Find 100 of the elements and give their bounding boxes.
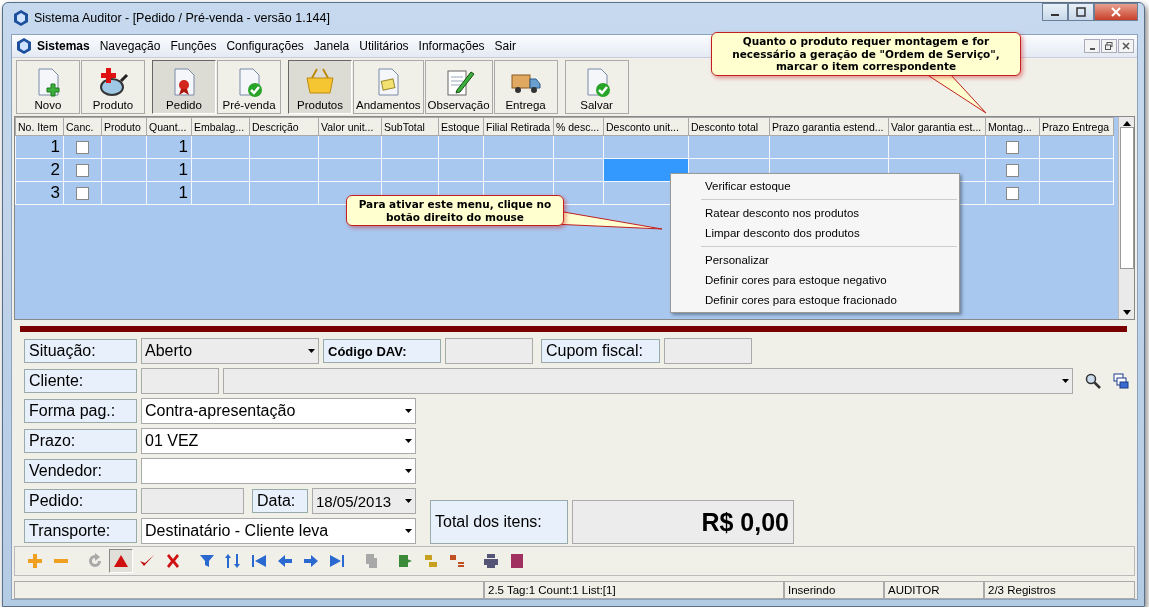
checkbox[interactable] [76, 163, 89, 177]
sort-icon [225, 553, 241, 569]
filter-icon [199, 553, 215, 569]
basket-toolbar-button[interactable]: Produtos [288, 60, 352, 114]
column-header[interactable]: Embalag... [191, 117, 250, 136]
context-menu-item[interactable]: Ratear desconto nos produtos [671, 203, 959, 223]
product-toolbar-button[interactable]: Produto [81, 60, 145, 114]
maximize-icon [1076, 7, 1086, 17]
edit-button[interactable] [109, 549, 133, 573]
checkbox[interactable] [76, 140, 89, 154]
restore-button[interactable] [1101, 39, 1117, 53]
column-header[interactable]: Valor unit... [318, 117, 382, 136]
export-icon [397, 553, 413, 569]
status-text: 2/3 Registros [984, 581, 1135, 599]
term-dropdown[interactable]: 01 VEZ [141, 428, 416, 454]
menu-item[interactable]: Janela [308, 39, 355, 53]
minimize-button[interactable] [1084, 39, 1100, 53]
minimize-icon [1089, 47, 1095, 50]
input-field[interactable] [445, 338, 533, 364]
new-toolbar-button[interactable]: Novo [16, 60, 80, 114]
menu-item[interactable]: Navegação [94, 39, 166, 53]
minimize-icon [1051, 14, 1059, 16]
menu-item[interactable]: Informações [413, 39, 490, 53]
close-button[interactable] [1094, 3, 1138, 21]
dropdown-arrow-icon[interactable] [405, 409, 412, 413]
field-label: Prazo: [24, 429, 137, 453]
column-header[interactable]: Descrição [249, 117, 319, 136]
dropdown-arrow-icon[interactable] [405, 529, 412, 533]
menu-item[interactable]: Funções [165, 39, 222, 53]
restore-icon [1105, 42, 1113, 50]
report-icon [509, 553, 525, 569]
dropdown-arrow-icon[interactable] [405, 439, 412, 443]
table-cell: 2 [15, 158, 64, 182]
field-label: Transporte: [24, 519, 137, 543]
field-label: Cliente: [24, 369, 137, 393]
first-icon [251, 553, 267, 569]
column-header[interactable]: No. Item [15, 117, 64, 136]
checkbox[interactable] [1006, 186, 1019, 200]
presale-toolbar-button[interactable]: Pré-venda [217, 60, 281, 114]
input-field[interactable] [664, 338, 752, 364]
vertical-scrollbar[interactable] [1118, 117, 1134, 319]
progress-toolbar-button[interactable]: Andamentos [353, 60, 424, 114]
column-header[interactable]: SubTotal [381, 117, 439, 136]
column-header[interactable]: % desc... [553, 117, 604, 136]
edit-icon [113, 553, 129, 569]
print-icon [483, 553, 499, 569]
column-header[interactable]: Prazo Entrega [1039, 117, 1114, 136]
magnifier-cross-icon [97, 66, 129, 98]
context-menu-item[interactable]: Definir cores para estoque fracionado [671, 290, 959, 310]
column-header[interactable]: Canc. [63, 117, 102, 136]
column-header[interactable]: Estoque [438, 117, 484, 136]
context-menu-item[interactable]: Verificar estoque [671, 176, 959, 196]
transport-dropdown[interactable]: Destinatário - Cliente leva [141, 518, 416, 544]
field-label: Código DAV: [323, 339, 441, 363]
windows-icon[interactable] [1113, 373, 1129, 389]
column-header[interactable]: Filial Retirada [483, 117, 554, 136]
minimize-button[interactable] [1042, 3, 1068, 21]
column-header[interactable]: Montag... [985, 117, 1040, 136]
checkbox[interactable] [76, 186, 89, 200]
column-header[interactable]: Desconto unit... [603, 117, 689, 136]
last-icon [329, 553, 345, 569]
refresh-icon [87, 553, 103, 569]
dropdown-arrow-icon[interactable] [405, 469, 412, 473]
input-field[interactable] [141, 488, 244, 514]
checkbox[interactable] [1006, 140, 1019, 154]
input-field[interactable] [141, 368, 219, 394]
menu-item[interactable]: Sair [489, 39, 521, 53]
save-toolbar-button[interactable]: Salvar [564, 60, 629, 114]
close-icon [1111, 7, 1121, 17]
close-button[interactable] [1118, 39, 1134, 53]
column-header[interactable]: Quant... [146, 117, 192, 136]
import-icon [423, 553, 439, 569]
total-label: Total dos itens: [430, 500, 568, 544]
payment-dropdown[interactable]: Contra-apresentação [141, 398, 416, 424]
note-toolbar-button[interactable]: Observação [424, 60, 493, 114]
checkbox[interactable] [1006, 163, 1019, 177]
search-icon[interactable] [1085, 373, 1101, 389]
cancel-icon [165, 553, 181, 569]
table-cell: 1 [15, 135, 64, 159]
column-header[interactable]: Produto [101, 117, 147, 136]
field-label: Situação: [24, 339, 137, 363]
context-menu-item[interactable]: Definir cores para estoque negativo [671, 270, 959, 290]
total-value: R$ 0,00 [572, 500, 794, 544]
menu-item[interactable]: Sistemas [32, 39, 95, 53]
maximize-button[interactable] [1068, 3, 1094, 21]
scroll-down-icon[interactable] [1122, 310, 1131, 315]
order-toolbar-button[interactable]: Pedido [152, 60, 216, 114]
column-header[interactable]: Valor garantia est... [888, 117, 986, 136]
menu-item[interactable]: Configurações [221, 39, 309, 53]
field-label: Pedido: [24, 489, 137, 513]
menu-item[interactable]: Utilitários [354, 39, 414, 53]
column-header[interactable]: Desconto total [688, 117, 770, 136]
field-label: Data: [252, 489, 308, 513]
field-label: Forma pag.: [24, 399, 137, 423]
context-menu-item[interactable]: Limpar desconto dos produtos [671, 223, 959, 243]
context-menu-item[interactable]: Personalizar [671, 250, 959, 270]
delivery-toolbar-button[interactable]: Entrega [493, 60, 558, 114]
app-logo-icon [16, 38, 32, 54]
column-header[interactable]: Prazo garantia estend... [769, 117, 889, 136]
dropdown-arrow-icon[interactable] [1062, 379, 1069, 383]
